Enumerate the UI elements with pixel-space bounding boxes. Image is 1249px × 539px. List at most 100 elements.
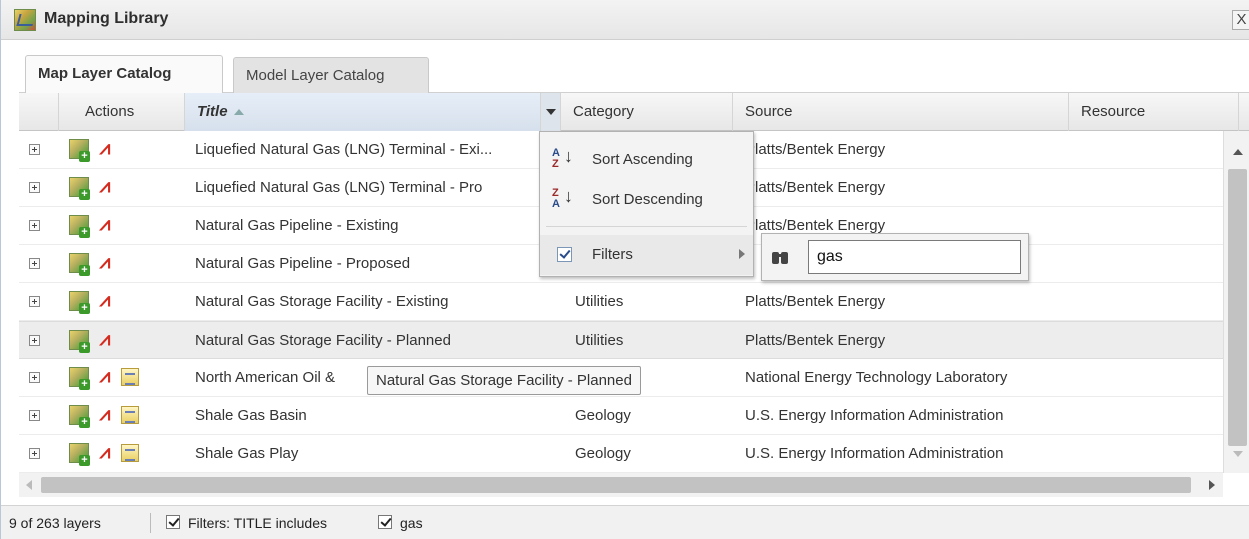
add-map-icon[interactable] [69, 405, 90, 428]
column-menu: A Z ↓ Sort Ascending Z A ↓ Sort Descending F… [539, 131, 754, 277]
menu-item-sort-ascending[interactable]: A Z ↓ Sort Ascending [540, 140, 753, 178]
add-map-icon[interactable] [69, 177, 90, 200]
column-header-title[interactable]: Title [185, 93, 541, 131]
row-expander[interactable] [29, 283, 49, 320]
column-header-category[interactable]: Category [561, 93, 733, 131]
title-filter-input[interactable] [808, 240, 1021, 274]
expand-plus-icon[interactable] [29, 296, 40, 307]
row-title: Natural Gas Storage Facility - Planned [195, 332, 451, 349]
column-header-resource[interactable]: Resource [1069, 93, 1239, 131]
header-filler [1239, 93, 1249, 131]
menu-item-sort-descending[interactable]: Z A ↓ Sort Descending [540, 180, 753, 218]
add-map-icon[interactable] [69, 443, 90, 466]
pdf-icon[interactable]: ⩘ [95, 405, 115, 425]
filters-checkbox[interactable] [557, 247, 572, 262]
menu-item-filters[interactable]: Filters [540, 235, 753, 275]
row-title: Shale Gas Basin [195, 407, 307, 424]
pdf-icon[interactable]: ⩘ [95, 253, 115, 273]
expand-plus-icon[interactable] [29, 144, 40, 155]
expand-plus-icon[interactable] [29, 258, 40, 269]
column-header-actions[interactable]: Actions [59, 93, 185, 131]
vertical-scroll-thumb[interactable] [1228, 169, 1247, 446]
row-actions: ⩘ [69, 245, 179, 282]
binoculars-icon [771, 249, 789, 265]
grid-header: Actions Title Category Source Resource [19, 93, 1249, 131]
row-actions: ⩘ [69, 397, 179, 434]
pdf-icon[interactable]: ⩘ [95, 367, 115, 387]
table-row[interactable]: ⩘ Shale Gas Play Geology U.S. Energy Inform… [19, 435, 1223, 473]
row-actions: ⩘ [69, 435, 179, 472]
expander-column-header [19, 93, 59, 131]
row-source: U.S. Energy Information Administration [745, 445, 1004, 462]
mapping-library-window: Mapping Library X Map Layer Catalog Mode… [0, 0, 1249, 539]
column-menu-trigger[interactable] [541, 93, 561, 131]
pdf-icon[interactable]: ⩘ [95, 215, 115, 235]
tab-strip: Map Layer Catalog Model Layer Catalog [19, 40, 1249, 94]
row-actions: ⩘ [69, 131, 179, 168]
scroll-left-icon[interactable] [26, 480, 32, 490]
row-actions: ⩘ [69, 169, 179, 206]
row-tooltip: Natural Gas Storage Facility - Planned [367, 366, 641, 395]
tab-map-layer-catalog[interactable]: Map Layer Catalog [25, 55, 223, 94]
row-title: Natural Gas Pipeline - Proposed [195, 255, 411, 272]
filters-enabled-checkbox[interactable] [166, 515, 180, 529]
filters-label: Filters [592, 246, 633, 263]
title-filter-checkbox[interactable] [378, 515, 392, 529]
scroll-right-icon[interactable] [1209, 480, 1215, 490]
row-title: Natural Gas Pipeline - Existing [195, 217, 399, 234]
pdf-icon[interactable]: ⩘ [95, 443, 115, 463]
row-expander[interactable] [29, 207, 49, 244]
vertical-scrollbar[interactable] [1223, 131, 1249, 473]
table-row[interactable]: ⩘ Shale Gas Basin Geology U.S. Energy Infor… [19, 397, 1223, 435]
table-row[interactable]: ⩘ Natural Gas Storage Facility - Planned U… [19, 321, 1223, 359]
scroll-down-icon[interactable] [1233, 451, 1243, 457]
expand-plus-icon[interactable] [29, 182, 40, 193]
scroll-up-icon[interactable] [1233, 149, 1243, 155]
tab-model-layer-catalog[interactable]: Model Layer Catalog [233, 57, 429, 93]
add-map-icon[interactable] [69, 330, 90, 353]
column-header-source[interactable]: Source [733, 93, 1069, 131]
expand-plus-icon[interactable] [29, 410, 40, 421]
row-title: Liquefied Natural Gas (LNG) Terminal - P… [195, 179, 483, 196]
expand-plus-icon[interactable] [29, 335, 40, 346]
map-catalog-icon [14, 9, 36, 31]
row-expander[interactable] [29, 359, 49, 396]
add-map-icon[interactable] [69, 139, 90, 162]
pdf-icon[interactable]: ⩘ [95, 330, 115, 350]
filter-value-label: gas [400, 515, 423, 531]
expand-plus-icon[interactable] [29, 220, 40, 231]
close-button[interactable]: X [1232, 10, 1249, 30]
add-map-icon[interactable] [69, 253, 90, 276]
row-expander[interactable] [29, 169, 49, 206]
row-title: Shale Gas Play [195, 445, 299, 462]
horizontal-scroll-thumb[interactable] [41, 477, 1191, 493]
row-actions: ⩘ [69, 207, 179, 244]
metadata-icon[interactable] [121, 406, 139, 424]
layer-count: 9 of 263 layers [9, 515, 101, 531]
filter-description: Filters: TITLE includes [188, 515, 328, 531]
chevron-down-icon [546, 109, 556, 115]
add-map-icon[interactable] [69, 215, 90, 238]
row-expander[interactable] [29, 131, 49, 168]
row-expander[interactable] [29, 397, 49, 434]
horizontal-scrollbar[interactable] [19, 473, 1223, 497]
expand-plus-icon[interactable] [29, 448, 40, 459]
row-category: Geology [575, 407, 631, 424]
add-map-icon[interactable] [69, 367, 90, 390]
sort-ascending-icon [233, 109, 244, 116]
row-actions: ⩘ [69, 322, 179, 359]
row-expander[interactable] [29, 435, 49, 472]
expand-plus-icon[interactable] [29, 372, 40, 383]
add-map-icon[interactable] [69, 291, 90, 314]
row-expander[interactable] [29, 245, 49, 282]
sort-descending-label: Sort Descending [592, 191, 703, 208]
metadata-icon[interactable] [121, 444, 139, 462]
row-source: Platts/Bentek Energy [745, 332, 886, 349]
pdf-icon[interactable]: ⩘ [95, 177, 115, 197]
metadata-icon[interactable] [121, 368, 139, 386]
pdf-icon[interactable]: ⩘ [95, 291, 115, 311]
row-expander[interactable] [29, 322, 49, 359]
column-header-title-label: Title [197, 103, 228, 120]
table-row[interactable]: ⩘ Natural Gas Storage Facility - Existing… [19, 283, 1223, 321]
pdf-icon[interactable]: ⩘ [95, 139, 115, 159]
